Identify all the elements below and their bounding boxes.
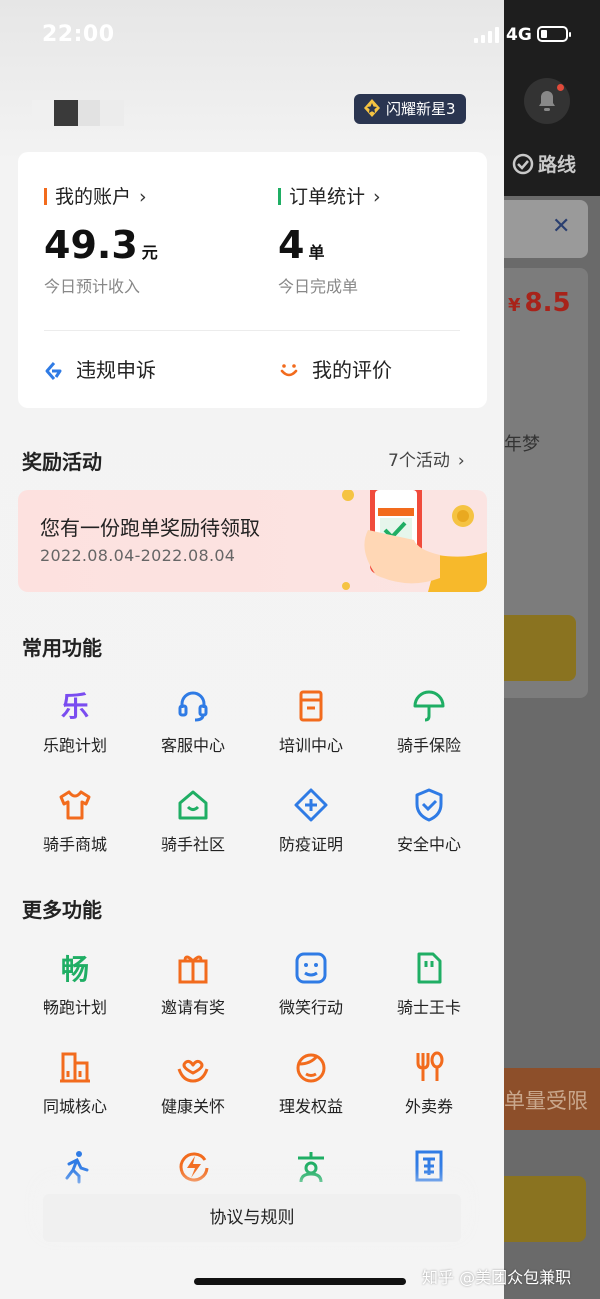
rewards-more-link[interactable]: 7个活动 › — [388, 446, 465, 471]
umbrella-icon — [372, 688, 486, 724]
function-runner[interactable] — [18, 1148, 132, 1192]
chang-icon: 畅 — [18, 950, 132, 986]
background-action-button-2 — [504, 1176, 586, 1242]
orders-label: 今日完成单 — [278, 277, 359, 296]
haircut-icon — [254, 1049, 368, 1085]
badge-label: 闪耀新星3 — [386, 100, 456, 118]
function-knight-card[interactable]: 骑士王卡 — [372, 950, 486, 1018]
my-reviews-button[interactable]: 我的评价 — [278, 354, 392, 383]
orders-accent-bar — [278, 188, 281, 205]
banner-date: 2022.08.04-2022.08.04 — [40, 546, 236, 565]
runner-icon — [18, 1148, 132, 1184]
more-functions-title: 更多功能 — [22, 898, 102, 922]
simcard-icon — [372, 950, 486, 986]
home-indicator[interactable] — [194, 1278, 406, 1285]
income-value: 49.3 — [44, 223, 138, 267]
appeal-icon — [45, 362, 62, 380]
order-name-fragment: 年梦 — [504, 434, 540, 455]
function-rider-mall[interactable]: 骑手商城 — [18, 787, 132, 855]
headset-icon — [136, 688, 250, 724]
banner-title: 您有一份跑单奖励待领取 — [40, 516, 260, 540]
divider — [44, 330, 460, 331]
function-receipt[interactable] — [372, 1148, 486, 1192]
orders-unit: 单 — [308, 243, 325, 262]
appeal-button[interactable]: 违规申诉 — [44, 354, 156, 383]
function-training[interactable]: 培训中心 — [254, 688, 368, 756]
common-functions-title: 常用功能 — [22, 636, 102, 660]
function-rider-community[interactable]: 骑手社区 — [136, 787, 250, 855]
route-label: 路线 — [538, 154, 577, 176]
star-icon — [364, 99, 380, 117]
rules-button[interactable]: 协议与规则 — [43, 1194, 461, 1242]
smile-icon — [254, 950, 368, 986]
function-person[interactable] — [254, 1148, 368, 1192]
function-customer-service[interactable]: 客服中心 — [136, 688, 250, 756]
function-city-core[interactable]: 同城核心 — [18, 1049, 132, 1117]
function-epidemic-cert[interactable]: 防疫证明 — [254, 787, 368, 855]
book-icon — [254, 688, 368, 724]
background-notice-card — [504, 200, 588, 258]
side-drawer: 闪耀新星3 我的账户 › 49.3 元 今日预计收入 订单统计 › 4单 今日完成单 … — [0, 0, 504, 1299]
function-safety-center[interactable]: 安全中心 — [372, 787, 486, 855]
le-icon: 乐 — [18, 688, 132, 724]
chevron-right-icon: › — [457, 451, 465, 471]
function-haircut-benefit[interactable]: 理发权益 — [254, 1049, 368, 1117]
receipt-icon — [372, 1148, 486, 1184]
reward-banner[interactable]: 您有一份跑单奖励待领取 2022.08.04-2022.08.04 — [18, 490, 487, 592]
route-button: 路线 — [512, 150, 576, 177]
function-smile-action[interactable]: 微笑行动 — [254, 950, 368, 1018]
building-icon — [18, 1049, 132, 1085]
hand-phone-illustration — [342, 490, 487, 592]
smile-review-icon — [280, 364, 298, 377]
energy-icon — [136, 1148, 250, 1184]
rewards-section-title: 奖励活动 — [22, 450, 102, 474]
function-health-care[interactable]: 健康关怀 — [136, 1049, 250, 1117]
limit-bar: 单量受限 — [504, 1068, 600, 1130]
gift-icon — [136, 950, 250, 986]
limit-label: 单量受限 — [504, 1089, 588, 1113]
income-label: 今日预计收入 — [44, 277, 141, 296]
close-icon: ✕ — [552, 214, 571, 239]
person-icon — [254, 1148, 368, 1184]
account-title: 我的账户 — [55, 186, 132, 208]
background-action-button — [504, 615, 576, 681]
shield-icon — [372, 787, 486, 823]
notification-bell-icon — [524, 78, 570, 124]
chevron-right-icon: › — [139, 186, 147, 208]
fork-spoon-icon — [372, 1049, 486, 1085]
chevron-right-icon: › — [373, 186, 381, 208]
function-energy[interactable] — [136, 1148, 250, 1192]
watermark: 知乎 @美团众包兼职 — [422, 1268, 572, 1287]
orders-title: 订单统计 — [289, 186, 366, 208]
function-takeout-coupon[interactable]: 外卖券 — [372, 1049, 486, 1117]
function-le-pao[interactable]: 乐 乐跑计划 — [18, 688, 132, 756]
username-blurred — [32, 100, 124, 126]
route-icon — [512, 153, 534, 175]
function-invite-reward[interactable]: 邀请有奖 — [136, 950, 250, 1018]
shirt-icon — [18, 787, 132, 823]
orders-value: 4 — [278, 223, 305, 267]
background-screen: 路线 ✕ ¥8.5 年梦 单量受限 — [504, 0, 600, 1299]
income-unit: 元 — [141, 243, 158, 262]
order-stats[interactable]: 订单统计 › 4单 今日完成单 — [278, 182, 381, 297]
heart-hands-icon — [136, 1049, 250, 1085]
home-icon — [136, 787, 250, 823]
function-chang-pao[interactable]: 畅 畅跑计划 — [18, 950, 132, 1018]
rider-level-badge[interactable]: 闪耀新星3 — [354, 94, 466, 124]
my-account[interactable]: 我的账户 › 49.3 元 今日预计收入 — [44, 182, 158, 297]
function-insurance[interactable]: 骑手保险 — [372, 688, 486, 756]
svg-text:乐: 乐 — [61, 690, 89, 723]
svg-text:畅: 畅 — [61, 953, 89, 986]
medical-icon — [254, 787, 368, 823]
order-price: ¥8.5 — [508, 288, 571, 318]
account-accent-bar — [44, 188, 47, 205]
account-card: 我的账户 › 49.3 元 今日预计收入 订单统计 › 4单 今日完成单 违规申诉 我… — [18, 152, 487, 408]
